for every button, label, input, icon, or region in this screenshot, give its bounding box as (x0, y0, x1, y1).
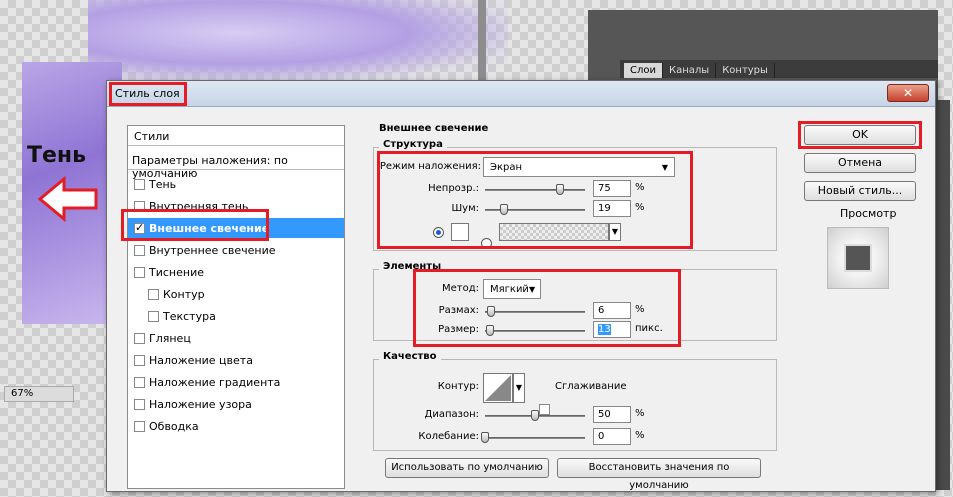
style-item[interactable]: Наложение градиента (128, 372, 344, 392)
style-checkbox[interactable] (134, 420, 145, 432)
new-style-button[interactable]: Новый стиль... (804, 181, 916, 201)
style-item-label: Текстура (163, 309, 216, 323)
style-item[interactable]: Наложение цвета (128, 350, 344, 370)
styles-list: Стили Параметры наложения: по умолчанию … (127, 125, 345, 489)
range-slider-handle[interactable] (531, 410, 539, 421)
range-unit: % (635, 408, 645, 419)
close-button[interactable]: ✕ (887, 84, 929, 102)
tab-channels[interactable]: Каналы (663, 63, 717, 78)
tab-layers[interactable]: Слои (624, 63, 663, 78)
jitter-unit: % (635, 430, 645, 441)
range-label: Диапазон: (424, 409, 479, 420)
layer-style-dialog: Стиль слоя ✕ Стили Параметры наложения: … (106, 80, 936, 492)
blending-options-item[interactable]: Параметры наложения: по умолчанию (128, 150, 344, 180)
cancel-button[interactable]: Отмена (804, 153, 916, 173)
style-item-label: Наложение цвета (149, 353, 253, 367)
style-checkbox[interactable] (134, 398, 145, 410)
left-arrow-icon (38, 176, 98, 222)
zoom-level[interactable]: 67% (4, 386, 74, 402)
annotation-label: Тень (27, 143, 87, 168)
preview-label: Просмотр (840, 207, 897, 220)
style-preview (827, 227, 889, 289)
elements-highlight (413, 269, 681, 347)
jitter-slider[interactable] (485, 437, 585, 439)
style-checkbox[interactable] (134, 376, 145, 388)
structure-label: Структура (379, 139, 447, 150)
quality-label: Качество (379, 351, 441, 362)
style-item[interactable]: Контур (128, 284, 344, 304)
style-checkbox[interactable] (148, 310, 159, 322)
jitter-label: Колебание: (418, 431, 479, 442)
style-item[interactable]: Глянец (128, 328, 344, 348)
range-input[interactable]: 50 (593, 406, 631, 423)
contour-preview-icon[interactable] (483, 373, 513, 403)
style-item-label: Глянец (149, 331, 191, 345)
style-item[interactable]: Тиснение (128, 262, 344, 282)
style-checkbox[interactable] (134, 266, 145, 278)
jitter-input[interactable]: 0 (593, 428, 631, 445)
style-item[interactable]: Внутреннее свечение (128, 240, 344, 260)
styles-header[interactable]: Стили (128, 126, 344, 146)
structure-highlight (377, 151, 693, 249)
style-item-label: Наложение градиента (149, 375, 281, 389)
style-checkbox[interactable] (148, 288, 159, 300)
style-checkbox[interactable] (134, 244, 145, 256)
style-checkbox[interactable] (134, 354, 145, 366)
make-default-button[interactable]: Использовать по умолчанию (385, 458, 549, 478)
section-title: Внешнее свечение (379, 123, 489, 134)
style-item[interactable]: Наложение узора (128, 394, 344, 414)
style-checkbox[interactable] (134, 332, 145, 344)
background-artwork-top (88, 0, 508, 82)
style-item-label: Тень (149, 177, 177, 191)
contour-label: Контур: (437, 381, 479, 392)
antialias-label: Сглаживание (555, 381, 627, 392)
panel-tabs: Слои Каналы Контуры (620, 60, 938, 78)
tab-paths[interactable]: Контуры (716, 63, 775, 78)
style-item-label: Внутреннее свечение (149, 243, 276, 257)
style-item[interactable]: Обводка (128, 416, 344, 436)
selected-style-highlight (121, 209, 269, 241)
antialias-checkbox[interactable] (539, 404, 550, 415)
style-item-label: Тиснение (149, 265, 204, 279)
reset-default-button[interactable]: Восстановить значения по умолчанию (557, 458, 761, 491)
ok-highlight (798, 121, 922, 149)
dialog-titlebar: Стиль слоя ✕ (107, 81, 935, 107)
jitter-slider-handle[interactable] (481, 432, 489, 443)
style-checkbox[interactable] (134, 178, 145, 190)
style-item[interactable]: Тень (128, 174, 344, 194)
preview-swatch (844, 244, 872, 272)
title-highlight (109, 82, 187, 106)
contour-chevron-icon[interactable]: ▼ (513, 373, 525, 403)
style-item[interactable]: Текстура (128, 306, 344, 326)
style-item-label: Обводка (149, 419, 199, 433)
style-item-label: Наложение узора (149, 397, 252, 411)
style-item-label: Контур (163, 287, 205, 301)
